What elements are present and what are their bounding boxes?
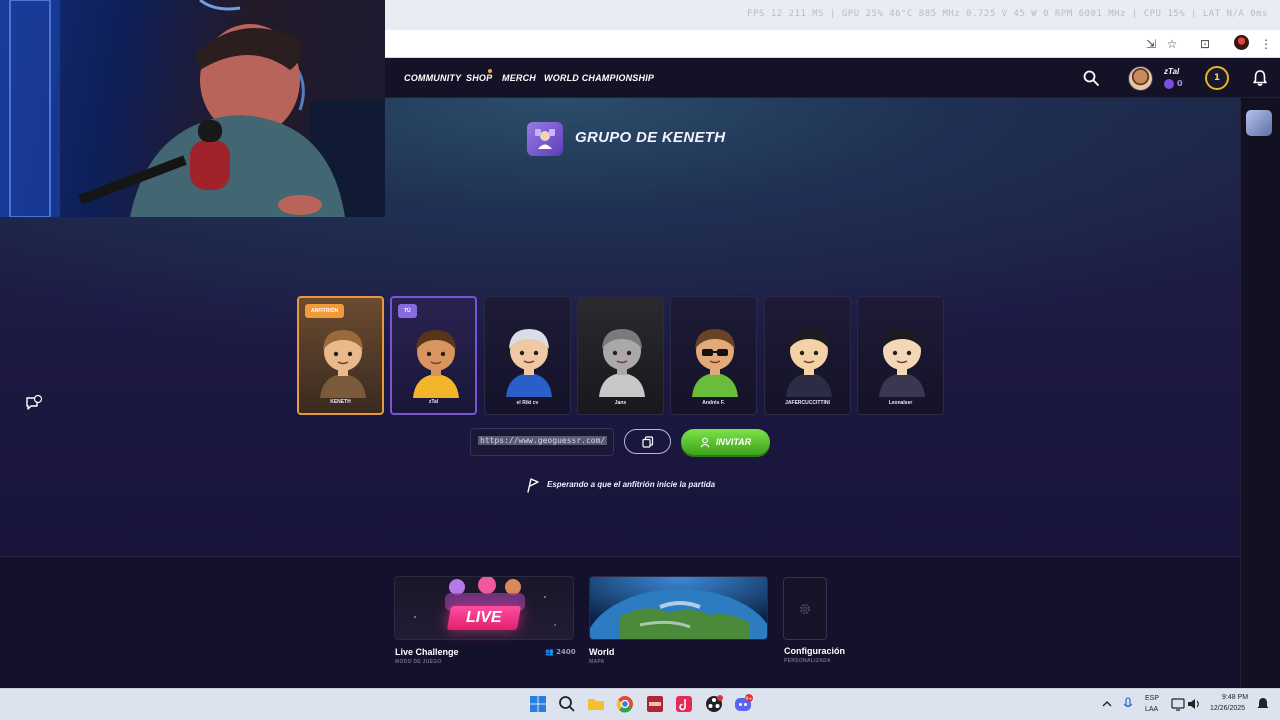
settings-card[interactable] (783, 577, 827, 640)
party-icon (527, 122, 563, 156)
streamer-camera-feed (0, 0, 385, 217)
flag-icon (527, 478, 539, 493)
player-avatar (320, 330, 366, 398)
player-card[interactable]: JAFERCUCCITTINI (764, 296, 851, 415)
add-user-icon (700, 437, 710, 447)
player-card[interactable]: TÚ zTal (390, 296, 477, 415)
player-name: Andrés F. (702, 400, 725, 406)
earth-image (590, 577, 767, 639)
waiting-status: Esperando a que el anfitrión inicie la p… (547, 480, 716, 489)
invite-link-text[interactable]: https://www.geoguessr.com/ (478, 436, 608, 445)
file-explorer-icon[interactable] (586, 694, 606, 714)
player-avatar (506, 329, 552, 397)
keyboard-language[interactable]: ESP (1145, 695, 1159, 702)
browser-menu-icon[interactable]: ⋮ (1257, 35, 1275, 53)
volume-icon[interactable] (1184, 694, 1204, 714)
taskbar-search-icon[interactable] (557, 694, 577, 714)
windows-start-icon[interactable] (528, 694, 548, 714)
coin-icon (1164, 79, 1174, 89)
nav-world-championship[interactable]: WORLD CHAMPIONSHIP (544, 73, 654, 83)
live-challenge-subtitle: MODO DE JUEGO (395, 659, 442, 665)
nav-merch[interactable]: MERCH (502, 73, 536, 83)
player-avatar (413, 330, 459, 398)
player-name: Janx (614, 400, 627, 406)
settings-title[interactable]: Configuración (784, 646, 845, 656)
settings-subtitle: PERSONALIZADA (784, 658, 831, 664)
player-avatar (692, 329, 738, 397)
nav-community[interactable]: COMMUNITY (404, 73, 461, 83)
player-name: zTal (428, 399, 439, 405)
level-badge[interactable]: 1 (1205, 66, 1229, 90)
player-name: JAFERCUCCITTINI (785, 400, 830, 406)
coin-balance: 0 (1177, 79, 1183, 88)
player-name: el Riki cv (516, 400, 539, 406)
copy-link-button[interactable] (624, 429, 671, 454)
world-map-card[interactable] (589, 576, 768, 640)
clock-date[interactable]: 12/26/2025 (1210, 705, 1245, 712)
user-name[interactable]: zTal (1164, 67, 1179, 76)
tiktok-icon[interactable] (674, 694, 694, 714)
user-avatar[interactable] (1128, 66, 1153, 91)
player-role-tag: TÚ (398, 304, 417, 318)
discord-icon[interactable]: 9+ (733, 694, 753, 714)
live-player-count: 👥 2400 (545, 648, 576, 656)
player-card[interactable]: Andrés F. (670, 296, 757, 415)
install-app-icon[interactable]: ⇲ (1142, 35, 1160, 53)
player-role-tag: ANFITRIÓN (305, 304, 345, 318)
live-challenge-title[interactable]: Live Challenge (395, 647, 459, 657)
player-card[interactable]: Leonalser (857, 296, 944, 415)
live-badge: LIVE (446, 606, 522, 630)
clock-time[interactable]: 9:48 PM (1222, 694, 1248, 701)
player-avatar (786, 329, 832, 397)
invite-button[interactable]: INVITAR (681, 429, 770, 455)
world-map-title[interactable]: World (589, 647, 614, 657)
players-icon: 👥 (545, 648, 554, 656)
player-card[interactable]: el Riki cv (484, 296, 571, 415)
player-name: Leonalser (888, 400, 913, 406)
windows-taskbar (0, 688, 1280, 720)
bookmark-star-icon[interactable]: ☆ (1163, 35, 1181, 53)
world-map-subtitle: MAPA (589, 659, 605, 665)
performance-overlay: FPS 12 211 MS | GPU 25% 46°C 885 MHz 0.7… (747, 9, 1268, 19)
friends-rail (1240, 98, 1280, 688)
streaming-app-icon[interactable] (645, 694, 665, 714)
svg-text:9+: 9+ (746, 696, 753, 702)
notification-bell-icon[interactable] (1251, 69, 1269, 87)
tray-overflow-chevron-icon[interactable] (1097, 694, 1117, 714)
browser-profile-icon[interactable] (1234, 35, 1249, 50)
notification-center-icon[interactable] (1253, 694, 1273, 714)
friend-avatar[interactable] (1246, 110, 1272, 136)
webcam-overlay (0, 0, 385, 217)
nav-shop[interactable]: SHOP (466, 73, 492, 83)
player-card[interactable]: Janx (577, 296, 664, 415)
invite-button-label: INVITAR (715, 437, 752, 447)
keyboard-layout[interactable]: LAA (1145, 706, 1158, 713)
copy-icon (641, 435, 653, 448)
player-avatar (599, 329, 645, 397)
shop-notification-dot (488, 69, 492, 73)
screen-search-icon[interactable]: ⊡ (1196, 35, 1214, 53)
player-avatar (879, 329, 925, 397)
party-title: GRUPO DE KENETH (575, 129, 726, 146)
player-card[interactable]: ANFITRIÓN KENETH (297, 296, 384, 415)
obs-icon[interactable] (704, 694, 724, 714)
search-icon[interactable] (1082, 69, 1100, 87)
microphone-icon[interactable] (1118, 694, 1138, 714)
gear-icon (800, 603, 810, 614)
chat-icon[interactable] (25, 394, 43, 412)
chrome-icon[interactable] (615, 694, 635, 714)
player-name: KENETH (330, 399, 351, 405)
